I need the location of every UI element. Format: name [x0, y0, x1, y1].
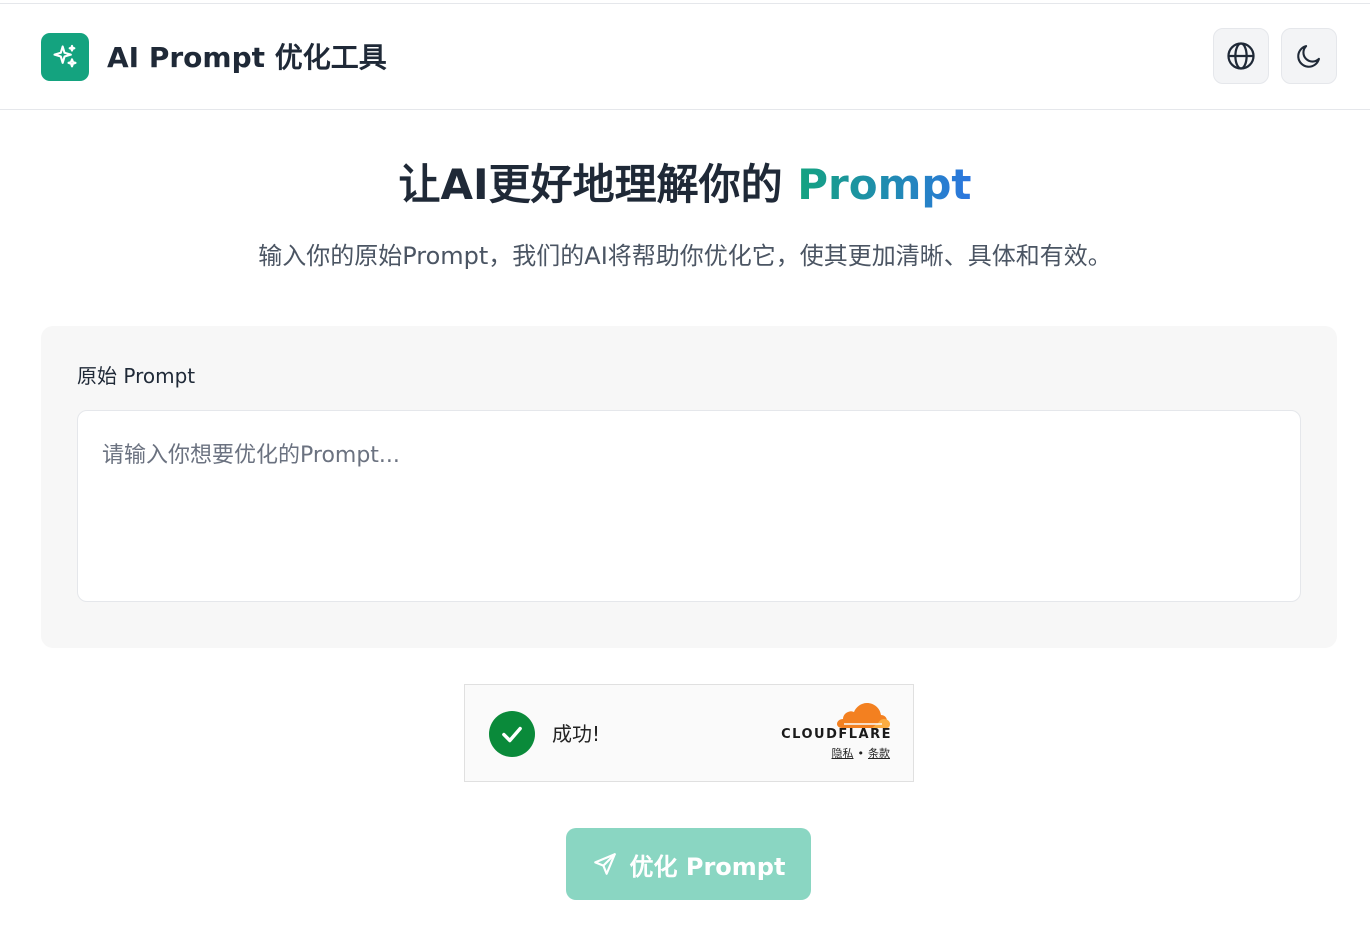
globe-icon [1227, 42, 1255, 70]
checkmark-icon [502, 726, 522, 743]
prompt-input[interactable] [77, 410, 1301, 602]
link-separator: • [857, 747, 865, 760]
terms-link[interactable]: 条款 [868, 747, 890, 760]
language-button[interactable] [1213, 28, 1269, 84]
sparkles-icon [53, 44, 77, 68]
moon-icon [1297, 45, 1320, 68]
optimize-button[interactable]: 优化 Prompt [566, 828, 811, 900]
privacy-link[interactable]: 隐私 [832, 747, 854, 760]
hero-subtitle: 输入你的原始Prompt，我们的AI将帮助你优化它，使其更加清晰、具体和有效。 [258, 242, 1112, 270]
app-logo [41, 33, 89, 81]
captcha-widget: 成功! CLOUDFLARE 隐私 • 条款 [464, 684, 914, 782]
captcha-status: 成功! [552, 722, 601, 746]
prompt-label: 原始 Prompt [77, 364, 196, 388]
hero-title: 让AI更好地理解你的 Prompt [0, 155, 1370, 215]
captcha-links: 隐私 • 条款 [795, 747, 891, 761]
hero-title-accent: Prompt [797, 160, 972, 209]
captcha-success-indicator[interactable] [489, 711, 535, 757]
cloudflare-cloud-icon [837, 703, 890, 728]
theme-toggle-button[interactable] [1281, 28, 1337, 84]
send-icon [593, 853, 616, 875]
prompt-card: 原始 Prompt [41, 326, 1337, 648]
app-header: AI Prompt 优化工具 [0, 4, 1370, 110]
optimize-button-label: 优化 Prompt [629, 852, 786, 881]
app-title: AI Prompt 优化工具 [107, 41, 387, 74]
hero-title-main: 让AI更好地理解你的 [398, 160, 798, 209]
